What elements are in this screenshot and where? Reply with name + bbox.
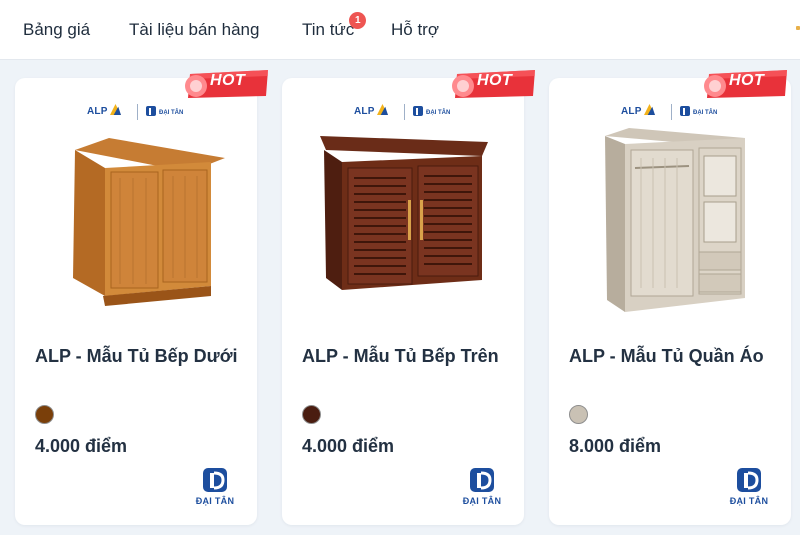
- upper-kitchen-cabinet-icon: [320, 136, 488, 290]
- product-image: ALP ĐẠI TÂN HOT: [282, 70, 535, 318]
- brand-divider: [137, 104, 138, 120]
- color-swatch[interactable]: [302, 405, 321, 424]
- dai-tan-logo: ĐẠI TÂN: [459, 466, 505, 510]
- dai-tan-logo-small: ĐẠI TÂN: [412, 105, 450, 117]
- hot-badge: HOT: [447, 66, 539, 102]
- product-card[interactable]: ALP ĐẠI TÂN HOT: [549, 70, 791, 525]
- alp-logo: ALP: [354, 104, 388, 117]
- nav-item-news[interactable]: Tin tức 1: [302, 12, 367, 40]
- nav-item-news-label: Tin tức: [302, 20, 355, 39]
- nav-item-price-list[interactable]: Bảng giá: [23, 20, 90, 40]
- top-nav: Bảng giá Tài liệu bán hàng Tin tức 1 Hỗ …: [0, 0, 800, 60]
- wardrobe-icon: [605, 128, 745, 312]
- product-image: ALP ĐẠI TÂN HOT: [15, 70, 268, 318]
- dai-tan-mark-icon: [470, 468, 494, 492]
- brand-divider: [671, 104, 672, 120]
- hot-label: HOT: [729, 72, 765, 89]
- product-title[interactable]: ALP - Mẫu Tủ Quần Áo: [569, 342, 774, 370]
- brand-divider: [404, 104, 405, 120]
- dai-tan-logo-small: ĐẠI TÂN: [145, 105, 183, 117]
- hot-label: HOT: [477, 72, 513, 89]
- hot-label: HOT: [210, 72, 246, 89]
- product-image: ALP ĐẠI TÂN HOT: [549, 70, 791, 318]
- lower-kitchen-cabinet-icon: [73, 138, 225, 306]
- hot-badge: HOT: [180, 66, 272, 102]
- hot-badge: HOT: [699, 66, 791, 102]
- dai-tan-logo: ĐẠI TÂN: [726, 466, 772, 510]
- nav-item-sales-docs[interactable]: Tài liệu bán hàng: [129, 20, 259, 40]
- product-card[interactable]: ALP ĐẠI TÂN HOT ALP - Mẫu Tủ Bếp Dưới 4.…: [15, 70, 268, 525]
- nav-item-support[interactable]: Hỗ trợ: [391, 20, 439, 40]
- product-points: 4.000 điểm: [302, 436, 395, 456]
- alp-logo: ALP: [621, 104, 655, 117]
- dai-tan-mark-icon: [203, 468, 227, 492]
- brand-logos: ALP ĐẠI TÂN: [282, 102, 524, 122]
- product-points: 8.000 điểm: [569, 436, 662, 456]
- alp-logo: ALP: [87, 104, 121, 117]
- dai-tan-mark-icon: [737, 468, 761, 492]
- brand-logos: ALP ĐẠI TÂN: [15, 102, 257, 122]
- product-card[interactable]: ALP ĐẠI TÂN HOT: [282, 70, 535, 525]
- news-notification-badge: 1: [349, 12, 367, 29]
- dai-tan-logo: ĐẠI TÂN: [192, 466, 238, 510]
- product-title[interactable]: ALP - Mẫu Tủ Bếp Dưới: [35, 342, 240, 370]
- color-swatch[interactable]: [569, 405, 588, 424]
- dai-tan-logo-small: ĐẠI TÂN: [679, 105, 717, 117]
- color-swatch[interactable]: [35, 405, 54, 424]
- product-points: 4.000 điểm: [35, 436, 128, 456]
- nav-overflow-icon: [796, 26, 800, 30]
- brand-logos: ALP ĐẠI TÂN: [549, 102, 791, 122]
- product-title[interactable]: ALP - Mẫu Tủ Bếp Trên: [302, 342, 507, 370]
